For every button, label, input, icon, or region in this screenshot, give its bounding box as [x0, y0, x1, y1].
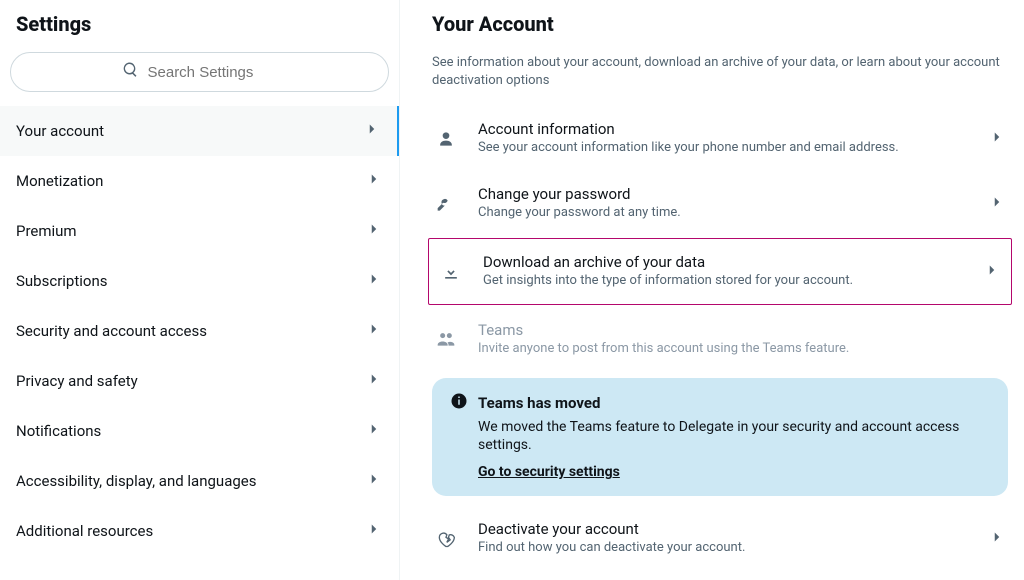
row-sub: See your account information like your p…: [478, 140, 968, 157]
search-container: [0, 52, 399, 106]
row-text: Change your password Change your passwor…: [478, 185, 968, 222]
chevron-right-icon: [988, 128, 1006, 150]
nav-additional[interactable]: Additional resources: [0, 506, 399, 556]
chevron-right-icon: [365, 370, 383, 392]
row-deactivate[interactable]: Deactivate your account Find out how you…: [424, 506, 1016, 571]
nav-label: Security and account access: [16, 322, 207, 340]
row-title: Change your password: [478, 185, 968, 203]
account-title: Your Account: [424, 0, 1016, 48]
row-sub: Change your password at any time.: [478, 205, 968, 222]
banner-head: Teams has moved: [450, 392, 990, 414]
row-title: Download an archive of your data: [483, 253, 963, 271]
nav-security[interactable]: Security and account access: [0, 306, 399, 356]
person-icon: [434, 129, 458, 149]
people-icon: [434, 329, 458, 349]
chevron-right-icon: [983, 261, 1001, 283]
chevron-right-icon: [363, 120, 381, 142]
nav-subscriptions[interactable]: Subscriptions: [0, 256, 399, 306]
nav-label: Notifications: [16, 422, 101, 440]
row-text: Deactivate your account Find out how you…: [478, 520, 968, 557]
highlighted-row: Download an archive of your data Get ins…: [428, 238, 1012, 305]
key-icon: [434, 194, 458, 214]
nav-premium[interactable]: Premium: [0, 206, 399, 256]
nav-label: Additional resources: [16, 522, 153, 540]
account-desc: See information about your account, down…: [424, 48, 1016, 106]
row-download-archive[interactable]: Download an archive of your data Get ins…: [429, 239, 1011, 304]
banner-title: Teams has moved: [478, 394, 600, 412]
search-pill[interactable]: [10, 52, 389, 92]
row-sub: Invite anyone to post from this account …: [478, 341, 1006, 358]
nav-label: Privacy and safety: [16, 372, 138, 390]
nav-label: Monetization: [16, 172, 103, 190]
nav-privacy[interactable]: Privacy and safety: [0, 356, 399, 406]
nav-monetization[interactable]: Monetization: [0, 156, 399, 206]
nav-label: Subscriptions: [16, 272, 107, 290]
settings-title: Settings: [0, 0, 399, 52]
teams-moved-banner: Teams has moved We moved the Teams featu…: [432, 378, 1008, 496]
banner-body: We moved the Teams feature to Delegate i…: [478, 418, 990, 454]
banner-link[interactable]: Go to security settings: [478, 464, 990, 480]
nav-label: Your account: [16, 122, 104, 140]
row-title: Account information: [478, 120, 968, 138]
chevron-right-icon: [365, 220, 383, 242]
chevron-right-icon: [365, 470, 383, 492]
nav-label: Premium: [16, 222, 77, 240]
download-icon: [439, 262, 463, 282]
row-sub: Find out how you can deactivate your acc…: [478, 540, 968, 557]
chevron-right-icon: [365, 170, 383, 192]
heartbreak-icon: [434, 529, 458, 549]
nav-your-account[interactable]: Your account: [0, 106, 399, 156]
row-sub: Get insights into the type of informatio…: [483, 273, 963, 290]
chevron-right-icon: [365, 320, 383, 342]
row-text: Download an archive of your data Get ins…: [483, 253, 963, 290]
account-panel: Your Account See information about your …: [400, 0, 1024, 580]
row-title: Teams: [478, 321, 1006, 339]
row-account-info[interactable]: Account information See your account inf…: [424, 106, 1016, 171]
row-text: Account information See your account inf…: [478, 120, 968, 157]
chevron-right-icon: [365, 420, 383, 442]
search-input[interactable]: [148, 64, 278, 81]
chevron-right-icon: [988, 528, 1006, 550]
search-icon: [122, 61, 140, 83]
nav-notifications[interactable]: Notifications: [0, 406, 399, 456]
chevron-right-icon: [365, 520, 383, 542]
info-icon: [450, 392, 468, 414]
chevron-right-icon: [988, 193, 1006, 215]
row-title: Deactivate your account: [478, 520, 968, 538]
row-text: Teams Invite anyone to post from this ac…: [478, 321, 1006, 358]
nav-label: Accessibility, display, and languages: [16, 472, 256, 490]
row-teams: Teams Invite anyone to post from this ac…: [424, 307, 1016, 372]
chevron-right-icon: [365, 270, 383, 292]
nav-accessibility[interactable]: Accessibility, display, and languages: [0, 456, 399, 506]
settings-sidebar: Settings Your account Monetization Premi…: [0, 0, 400, 580]
row-change-password[interactable]: Change your password Change your passwor…: [424, 171, 1016, 236]
